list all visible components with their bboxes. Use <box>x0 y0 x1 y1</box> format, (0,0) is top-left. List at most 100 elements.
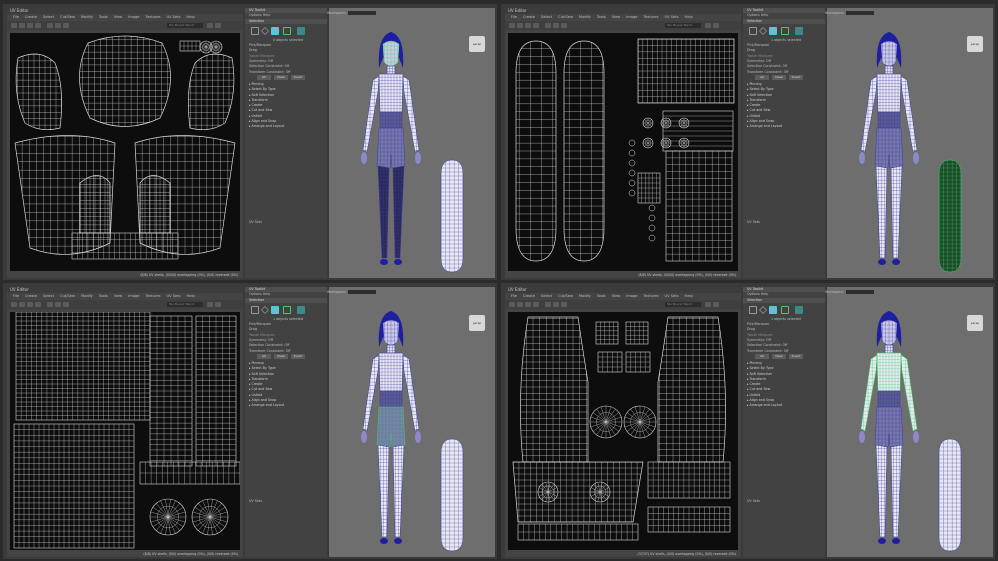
menu-modify[interactable]: Modify <box>81 14 93 21</box>
menu-file[interactable]: File <box>511 14 517 21</box>
perspective-viewport[interactable]: Workspace: persp <box>327 287 495 557</box>
texture-search-input[interactable]: Tex Bound Texcd <box>167 302 203 307</box>
menu-select[interactable]: Select <box>541 14 552 21</box>
select-tool-icon[interactable] <box>509 23 515 28</box>
rotate-tool-icon[interactable] <box>525 23 531 28</box>
view-cube[interactable]: persp <box>967 36 983 52</box>
menu-textures[interactable]: Textures <box>643 293 658 300</box>
uv-mode-icon[interactable] <box>781 26 789 35</box>
section-arrange-and-layout[interactable]: Arrange and Layout <box>245 403 327 408</box>
workspace-selector[interactable]: Workspace: <box>327 289 387 295</box>
clear-selection-button[interactable]: Clear <box>772 74 786 80</box>
menu-uv-sets[interactable]: UV Sets <box>665 14 679 21</box>
menu-create[interactable]: Create <box>25 14 37 21</box>
scale-tool-icon[interactable] <box>533 23 539 28</box>
menu-image[interactable]: Image <box>626 293 637 300</box>
grid-toggle-icon[interactable] <box>47 302 53 307</box>
uv-canvas[interactable] <box>10 33 240 271</box>
scale-tool-icon[interactable] <box>533 302 539 307</box>
image-icon[interactable] <box>705 302 711 307</box>
grid-toggle-icon[interactable] <box>545 23 551 28</box>
snapshot-icon[interactable] <box>215 23 221 28</box>
uv-sets-section[interactable]: UV Sets <box>245 220 327 225</box>
perspective-viewport[interactable]: Workspace: persp <box>327 8 495 278</box>
face-mode-icon[interactable] <box>769 305 777 314</box>
grid-toggle-icon[interactable] <box>47 23 53 28</box>
uv-mode-icon[interactable] <box>781 305 789 314</box>
select-all-button[interactable]: All <box>755 353 769 359</box>
menu-cut-sew[interactable]: Cut/Sew <box>558 14 573 21</box>
uv-canvas[interactable] <box>508 312 738 550</box>
shell-mode-icon[interactable] <box>795 26 803 35</box>
menu-tools[interactable]: Tools <box>597 14 606 21</box>
menu-uv-sets[interactable]: UV Sets <box>665 293 679 300</box>
image-icon[interactable] <box>207 23 213 28</box>
move-tool-icon[interactable] <box>517 302 523 307</box>
menu-textures[interactable]: Textures <box>643 14 658 21</box>
snapshot-icon[interactable] <box>713 302 719 307</box>
scale-tool-icon[interactable] <box>35 302 41 307</box>
shell-mode-icon[interactable] <box>297 26 305 35</box>
menu-view[interactable]: View <box>612 14 621 21</box>
edge-mode-icon[interactable] <box>261 305 269 314</box>
perspective-viewport[interactable]: Workspace: persp <box>825 287 993 557</box>
texture-search-input[interactable]: Tex Bound Texcd <box>167 23 203 28</box>
shaded-icon[interactable] <box>63 23 69 28</box>
edge-mode-icon[interactable] <box>759 26 767 35</box>
menu-cut-sew[interactable]: Cut/Sew <box>60 293 75 300</box>
snapshot-icon[interactable] <box>713 23 719 28</box>
workspace-selector[interactable]: Workspace: <box>825 10 885 16</box>
face-mode-icon[interactable] <box>271 26 279 35</box>
menu-create[interactable]: Create <box>523 14 535 21</box>
texture-search-input[interactable]: Tex Bound Texcd <box>665 302 701 307</box>
menu-help[interactable]: Help <box>685 14 693 21</box>
image-icon[interactable] <box>705 23 711 28</box>
menu-help[interactable]: Help <box>187 293 195 300</box>
menu-file[interactable]: File <box>511 293 517 300</box>
section-arrange-and-layout[interactable]: Arrange and Layout <box>743 403 825 408</box>
move-tool-icon[interactable] <box>19 23 25 28</box>
menu-view[interactable]: View <box>114 293 123 300</box>
uv-canvas[interactable] <box>10 312 240 550</box>
clear-selection-button[interactable]: Clear <box>274 74 288 80</box>
menu-create[interactable]: Create <box>523 293 535 300</box>
grid-toggle-icon[interactable] <box>545 302 551 307</box>
select-all-button[interactable]: All <box>755 74 769 80</box>
view-cube[interactable]: persp <box>469 36 485 52</box>
move-tool-icon[interactable] <box>19 302 25 307</box>
menu-uv-sets[interactable]: UV Sets <box>167 293 181 300</box>
select-all-button[interactable]: All <box>257 74 271 80</box>
menu-uv-sets[interactable]: UV Sets <box>167 14 181 21</box>
checker-icon[interactable] <box>553 23 559 28</box>
vertex-mode-icon[interactable] <box>251 305 259 314</box>
edge-mode-icon[interactable] <box>759 305 767 314</box>
workspace-selector[interactable]: Workspace: <box>327 10 387 16</box>
face-mode-icon[interactable] <box>769 26 777 35</box>
shell-mode-icon[interactable] <box>795 305 803 314</box>
invert-selection-button[interactable]: Invert <box>789 74 803 80</box>
view-cube[interactable]: persp <box>469 315 485 331</box>
vertex-mode-icon[interactable] <box>749 26 757 35</box>
menu-cut-sew[interactable]: Cut/Sew <box>60 14 75 21</box>
view-cube[interactable]: persp <box>967 315 983 331</box>
menu-help[interactable]: Help <box>187 14 195 21</box>
shaded-icon[interactable] <box>63 302 69 307</box>
uv-canvas[interactable] <box>508 33 738 271</box>
face-mode-icon[interactable] <box>271 305 279 314</box>
select-tool-icon[interactable] <box>509 302 515 307</box>
workspace-selector[interactable]: Workspace: <box>825 289 885 295</box>
select-all-button[interactable]: All <box>257 353 271 359</box>
menu-cut-sew[interactable]: Cut/Sew <box>558 293 573 300</box>
checker-icon[interactable] <box>55 302 61 307</box>
vertex-mode-icon[interactable] <box>251 26 259 35</box>
scale-tool-icon[interactable] <box>35 23 41 28</box>
invert-selection-button[interactable]: Invert <box>291 74 305 80</box>
invert-selection-button[interactable]: Invert <box>291 353 305 359</box>
shell-mode-icon[interactable] <box>297 305 305 314</box>
image-icon[interactable] <box>207 302 213 307</box>
menu-tools[interactable]: Tools <box>99 293 108 300</box>
checker-icon[interactable] <box>553 302 559 307</box>
menu-image[interactable]: Image <box>128 293 139 300</box>
menu-select[interactable]: Select <box>43 14 54 21</box>
rotate-tool-icon[interactable] <box>27 23 33 28</box>
